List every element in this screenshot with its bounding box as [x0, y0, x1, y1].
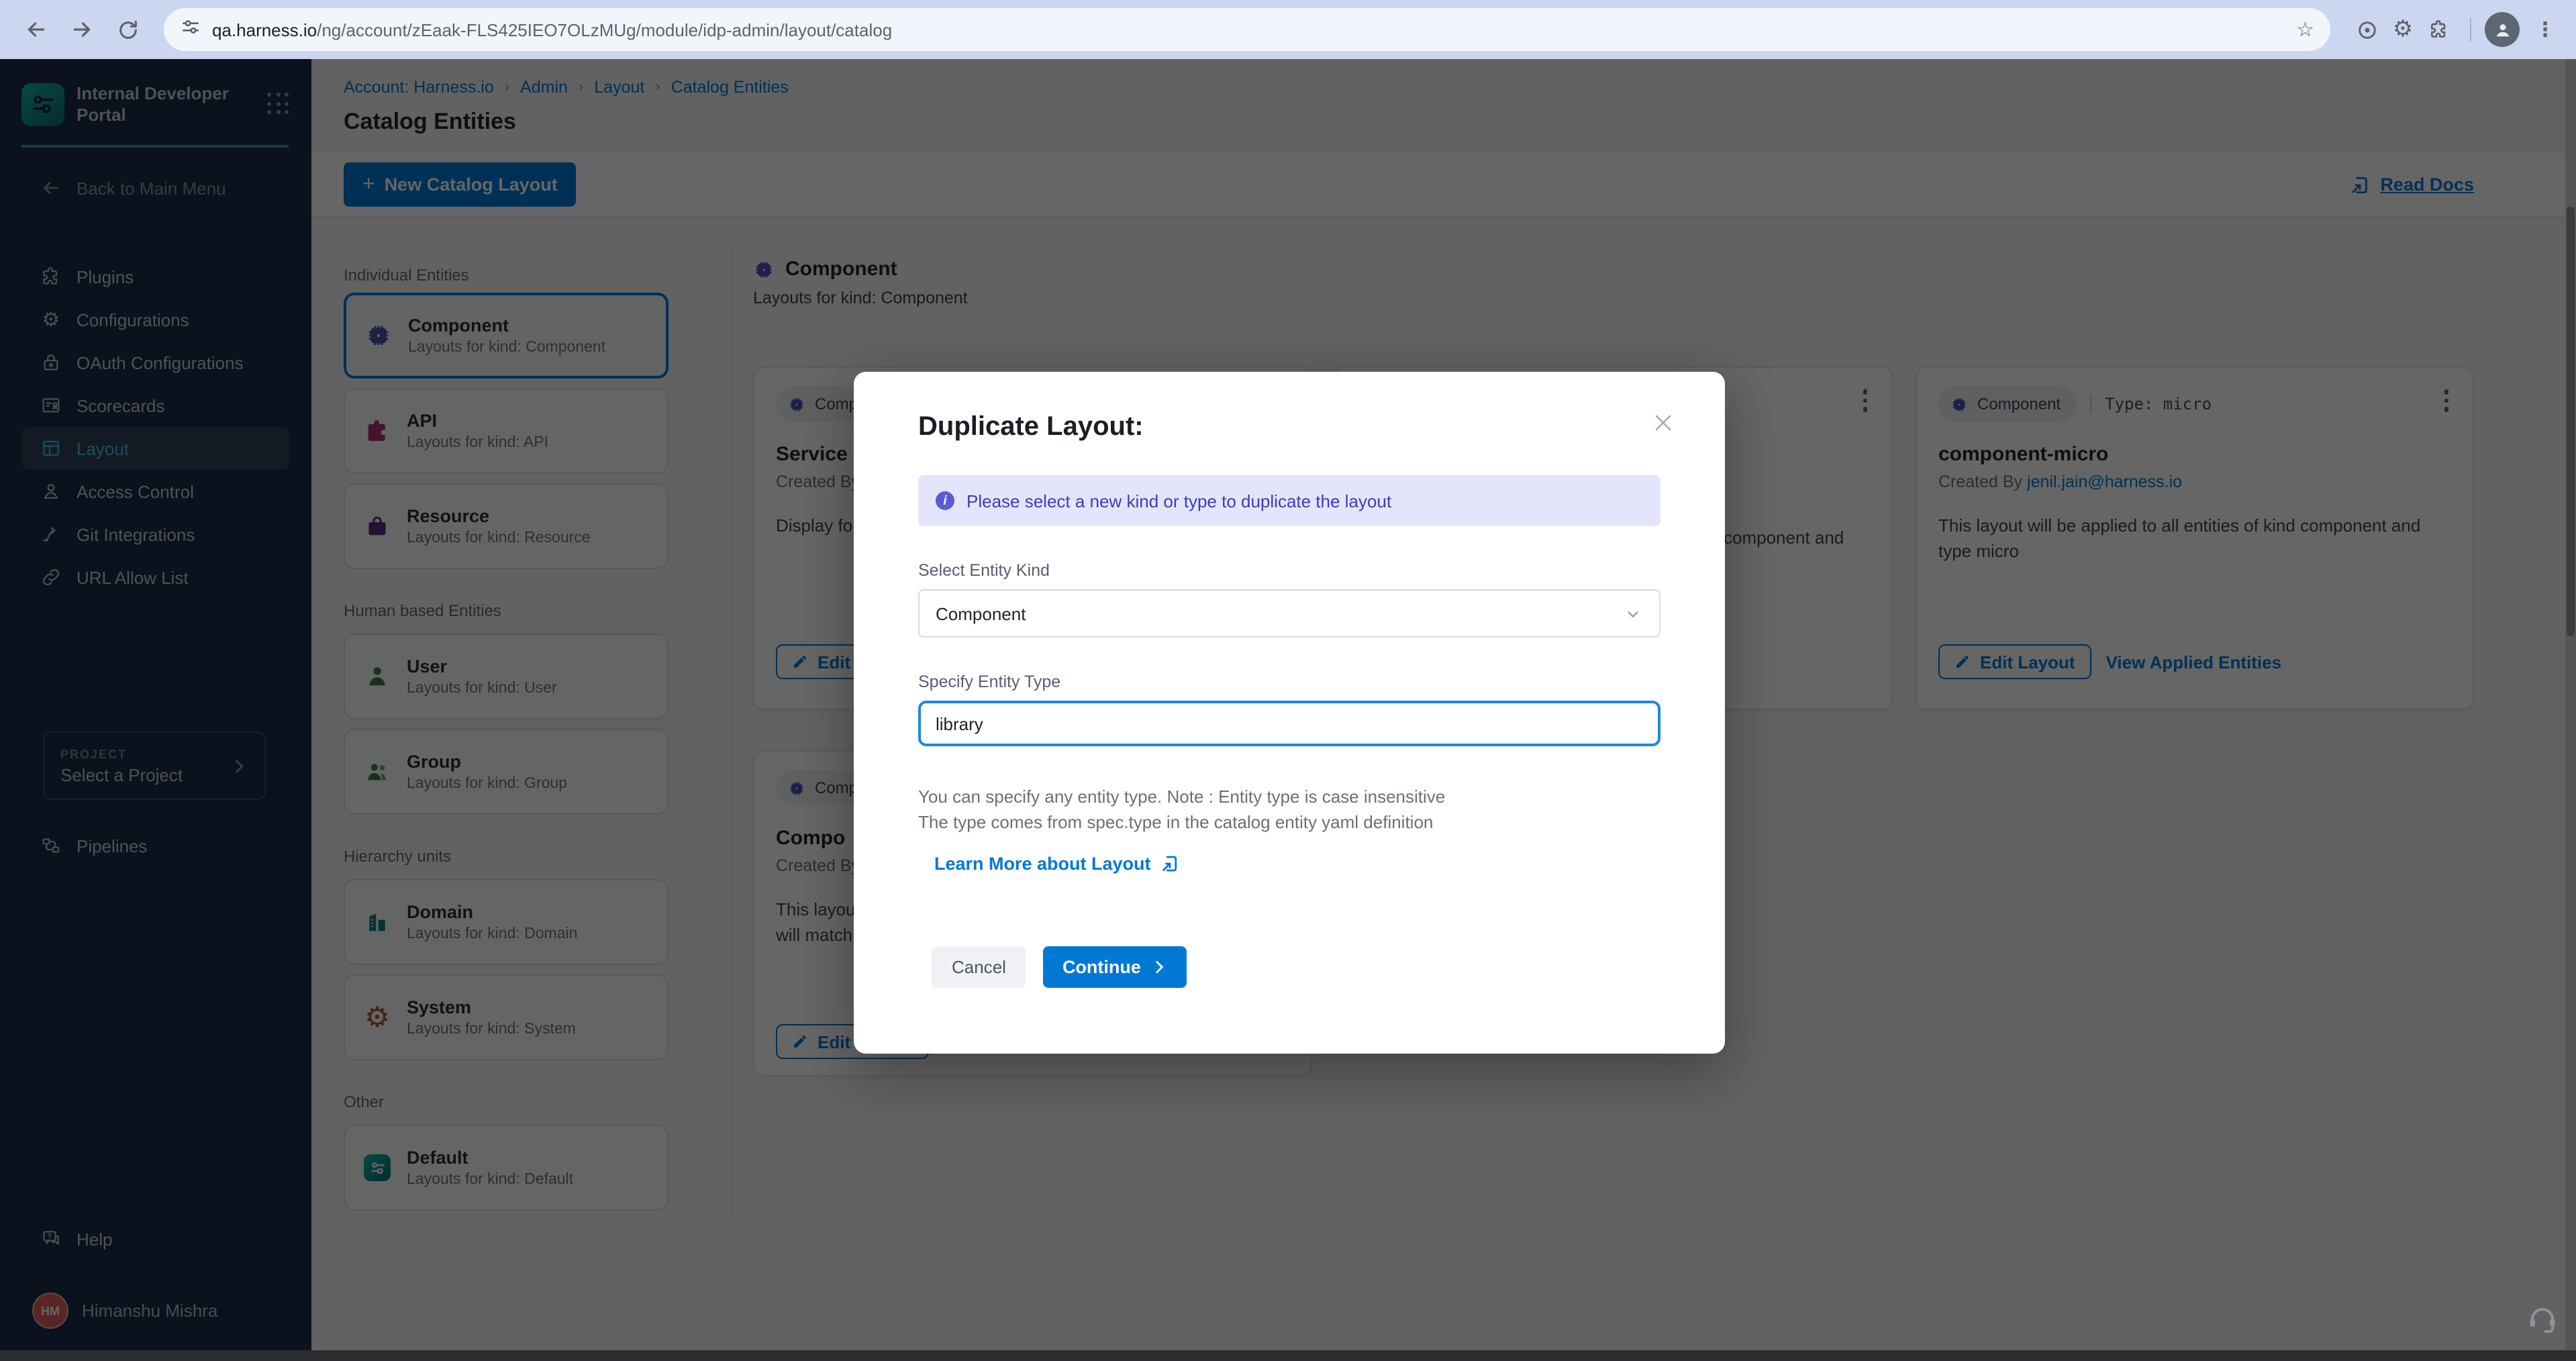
- browser-profile-avatar[interactable]: [2485, 12, 2520, 47]
- site-info-icon[interactable]: [2349, 12, 2384, 47]
- entity-kind-value: Component: [936, 603, 1026, 623]
- info-text: Please select a new kind or type to dupl…: [967, 491, 1391, 511]
- reload-icon[interactable]: [110, 12, 145, 47]
- browser-toolbar: qa.harness.io/ng/account/zEaak-FLS425IEO…: [0, 0, 2576, 59]
- url-text: qa.harness.io/ng/account/zEaak-FLS425IEO…: [212, 19, 892, 40]
- entity-type-label: Specify Entity Type: [918, 672, 1661, 691]
- toolbar-right: ⚙ ⋮: [2349, 12, 2563, 47]
- entity-type-help: You can specify any entity type. Note : …: [918, 784, 1661, 835]
- cancel-button[interactable]: Cancel: [932, 946, 1026, 988]
- chevron-down-icon: [1623, 603, 1643, 623]
- info-icon: i: [936, 491, 954, 510]
- modal-actions: Cancel Continue: [932, 946, 1187, 988]
- modal-title: Duplicate Layout:: [918, 412, 1661, 443]
- page: qa.harness.io/ng/account/zEaak-FLS425IEO…: [0, 0, 2576, 1361]
- entity-kind-label: Select Entity Kind: [918, 561, 1661, 580]
- learn-more-row: Learn More about Layout: [934, 854, 1661, 874]
- settings-gear-icon[interactable]: ⚙: [2392, 12, 2414, 47]
- entity-kind-select[interactable]: Component: [918, 589, 1661, 638]
- bookmark-star-icon[interactable]: ☆: [2296, 17, 2314, 42]
- tune-icon[interactable]: [180, 15, 201, 44]
- doc-arrow-icon: [1160, 854, 1181, 874]
- learn-more-link[interactable]: Learn More about Layout: [934, 854, 1151, 874]
- continue-button[interactable]: Continue: [1044, 946, 1187, 988]
- close-icon[interactable]: [1647, 407, 1679, 439]
- entity-type-input[interactable]: [918, 701, 1661, 746]
- toolbar-divider: [2470, 17, 2471, 42]
- help-widget-icon[interactable]: [2525, 1301, 2560, 1342]
- url-bar[interactable]: qa.harness.io/ng/account/zEaak-FLS425IEO…: [164, 8, 2330, 51]
- info-banner: i Please select a new kind or type to du…: [918, 475, 1661, 526]
- browser-menu-icon[interactable]: ⋮: [2528, 12, 2563, 47]
- forward-icon[interactable]: [64, 12, 99, 47]
- duplicate-layout-modal: Duplicate Layout: i Please select a new …: [854, 372, 1725, 1054]
- back-icon[interactable]: [19, 12, 54, 47]
- app-area: Internal Developer Portal Back to Main M…: [0, 59, 2576, 1361]
- chevron-right-icon: [1150, 958, 1168, 976]
- extensions-icon[interactable]: [2422, 12, 2457, 47]
